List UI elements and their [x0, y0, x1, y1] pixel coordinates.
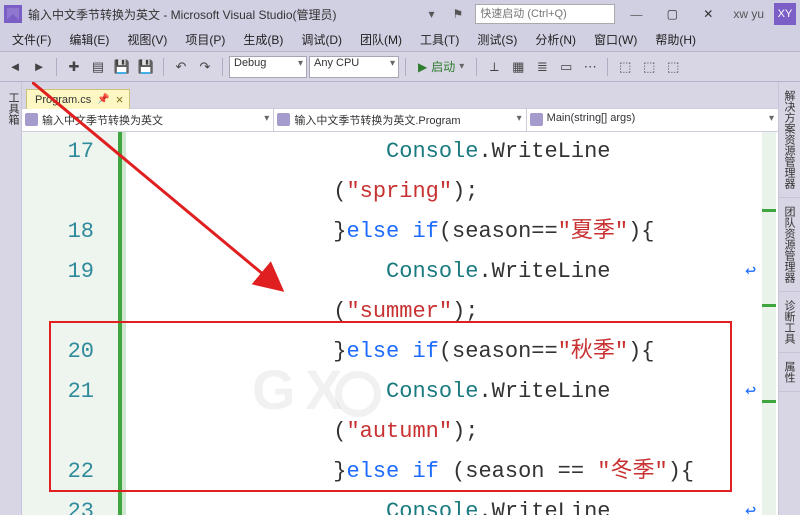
- line-number: [22, 412, 94, 452]
- save-button[interactable]: 💾: [111, 56, 133, 78]
- save-all-button[interactable]: 💾: [135, 56, 157, 78]
- menu-help[interactable]: 帮助(H): [647, 28, 704, 51]
- new-project-button[interactable]: ✚: [63, 56, 85, 78]
- flag-icon[interactable]: ⚑: [447, 7, 470, 21]
- left-dock: 工具箱: [0, 82, 22, 515]
- workspace: 工具箱 Program.cs 📌 × 输入中文季节转换为英文 输入中文季节转换为…: [0, 82, 800, 515]
- file-tab-program-cs[interactable]: Program.cs 📌 ×: [26, 89, 130, 109]
- navigation-bar: 输入中文季节转换为英文 输入中文季节转换为英文.Program Main(str…: [22, 108, 778, 132]
- toolbar-btn-6[interactable]: ⬚: [614, 56, 636, 78]
- toolbar-btn-3[interactable]: ≣: [531, 56, 553, 78]
- toolbar-btn-7[interactable]: ⬚: [638, 56, 660, 78]
- line-number-gutter: 1718192021222324: [22, 132, 122, 515]
- user-avatar[interactable]: XY: [774, 3, 796, 25]
- window-title: 输入中文季节转换为英文 - Microsoft Visual Studio(管理…: [28, 6, 337, 23]
- menu-view[interactable]: 视图(V): [119, 28, 175, 51]
- pin-icon[interactable]: 📌: [97, 94, 109, 105]
- start-debug-button[interactable]: ▶ 启动 ▾: [412, 56, 470, 78]
- menu-analyze[interactable]: 分析(N): [527, 28, 584, 51]
- notification-icon[interactable]: ▾: [423, 7, 441, 21]
- open-file-button[interactable]: ▤: [87, 56, 109, 78]
- title-bar: 输入中文季节转换为英文 - Microsoft Visual Studio(管理…: [0, 0, 800, 28]
- menu-file[interactable]: 文件(F): [4, 28, 59, 51]
- line-number: 20: [22, 332, 94, 372]
- tab-diagnostic-tools[interactable]: 诊断工具: [779, 292, 800, 353]
- tab-solution-explorer[interactable]: 解决方案资源管理器: [779, 82, 800, 198]
- maximize-button[interactable]: ▢: [657, 3, 687, 25]
- menu-window[interactable]: 窗口(W): [586, 28, 645, 51]
- line-number: [22, 292, 94, 332]
- close-tab-icon[interactable]: ×: [116, 93, 124, 106]
- code-editor[interactable]: 1718192021222324 Console.WriteLine ("spr…: [22, 132, 778, 515]
- config-dropdown[interactable]: Debug: [229, 56, 307, 78]
- menu-debug[interactable]: 调试(D): [293, 28, 350, 51]
- scrollbar-indicator[interactable]: [762, 132, 776, 515]
- line-number: 22: [22, 452, 94, 492]
- tab-team-explorer[interactable]: 团队资源管理器: [779, 198, 800, 292]
- nav-project-dropdown[interactable]: 输入中文季节转换为英文: [22, 109, 274, 131]
- menu-project[interactable]: 项目(P): [177, 28, 233, 51]
- document-tabs: Program.cs 📌 ×: [22, 82, 778, 108]
- code-line[interactable]: }else if(season=="夏季"){: [122, 212, 778, 252]
- undo-button[interactable]: ↶: [170, 56, 192, 78]
- line-number: 23: [22, 492, 94, 515]
- menu-team[interactable]: 团队(M): [352, 28, 410, 51]
- menu-build[interactable]: 生成(B): [235, 28, 291, 51]
- menu-edit[interactable]: 编辑(E): [61, 28, 117, 51]
- nav-fwd-button[interactable]: ►: [28, 56, 50, 78]
- chevron-down-icon: ▾: [459, 61, 464, 72]
- signed-in-user[interactable]: xw yu: [729, 7, 768, 21]
- line-number: 19: [22, 252, 94, 292]
- code-line[interactable]: }else if (season == "冬季"){: [122, 452, 778, 492]
- platform-dropdown[interactable]: Any CPU: [309, 56, 399, 78]
- toolbox-tab[interactable]: 工具箱: [7, 92, 19, 125]
- toolbar-btn-1[interactable]: ⟂: [483, 56, 505, 78]
- line-number: 21: [22, 372, 94, 412]
- tab-properties[interactable]: 属性: [779, 353, 800, 392]
- line-number: [22, 172, 94, 212]
- menu-test[interactable]: 测试(S): [469, 28, 525, 51]
- menu-bar: 文件(F) 编辑(E) 视图(V) 项目(P) 生成(B) 调试(D) 团队(M…: [0, 28, 800, 52]
- editor-area: Program.cs 📌 × 输入中文季节转换为英文 输入中文季节转换为英文.P…: [22, 82, 778, 515]
- nav-member-dropdown[interactable]: Main(string[] args): [527, 109, 778, 131]
- code-lines[interactable]: Console.WriteLine ("spring"); }else if(s…: [122, 132, 778, 515]
- menu-tools[interactable]: 工具(T): [412, 28, 467, 51]
- code-line[interactable]: Console.WriteLine↩: [122, 372, 778, 412]
- toolbar-btn-4[interactable]: ▭: [555, 56, 577, 78]
- toolbar-btn-2[interactable]: ▦: [507, 56, 529, 78]
- quick-launch-input[interactable]: [475, 4, 615, 24]
- nav-back-button[interactable]: ◄: [4, 56, 26, 78]
- code-line[interactable]: Console.WriteLine↩: [122, 252, 778, 292]
- toolbar-btn-8[interactable]: ⬚: [662, 56, 684, 78]
- nav-class-dropdown[interactable]: 输入中文季节转换为英文.Program: [274, 109, 526, 131]
- code-line[interactable]: Console.WriteLine: [122, 132, 778, 172]
- line-number: 17: [22, 132, 94, 172]
- code-line[interactable]: }else if(season=="秋季"){: [122, 332, 778, 372]
- toolbar-btn-5[interactable]: ⋯: [579, 56, 601, 78]
- code-line[interactable]: Console.WriteLine↩: [122, 492, 778, 515]
- code-line[interactable]: ("spring");: [122, 172, 778, 212]
- right-dock: 解决方案资源管理器 团队资源管理器 诊断工具 属性: [778, 82, 800, 515]
- minimize-button[interactable]: —: [621, 3, 651, 25]
- redo-button[interactable]: ↷: [194, 56, 216, 78]
- line-number: 18: [22, 212, 94, 252]
- file-tab-label: Program.cs: [35, 94, 91, 106]
- play-icon: ▶: [418, 60, 427, 74]
- standard-toolbar: ◄ ► ✚ ▤ 💾 💾 ↶ ↷ Debug Any CPU ▶ 启动 ▾ ⟂ ▦…: [0, 52, 800, 82]
- close-window-button[interactable]: ✕: [693, 3, 723, 25]
- vs-logo-icon: [4, 5, 22, 23]
- code-line[interactable]: ("autumn");: [122, 412, 778, 452]
- code-line[interactable]: ("summer");: [122, 292, 778, 332]
- start-label: 启动: [431, 58, 455, 75]
